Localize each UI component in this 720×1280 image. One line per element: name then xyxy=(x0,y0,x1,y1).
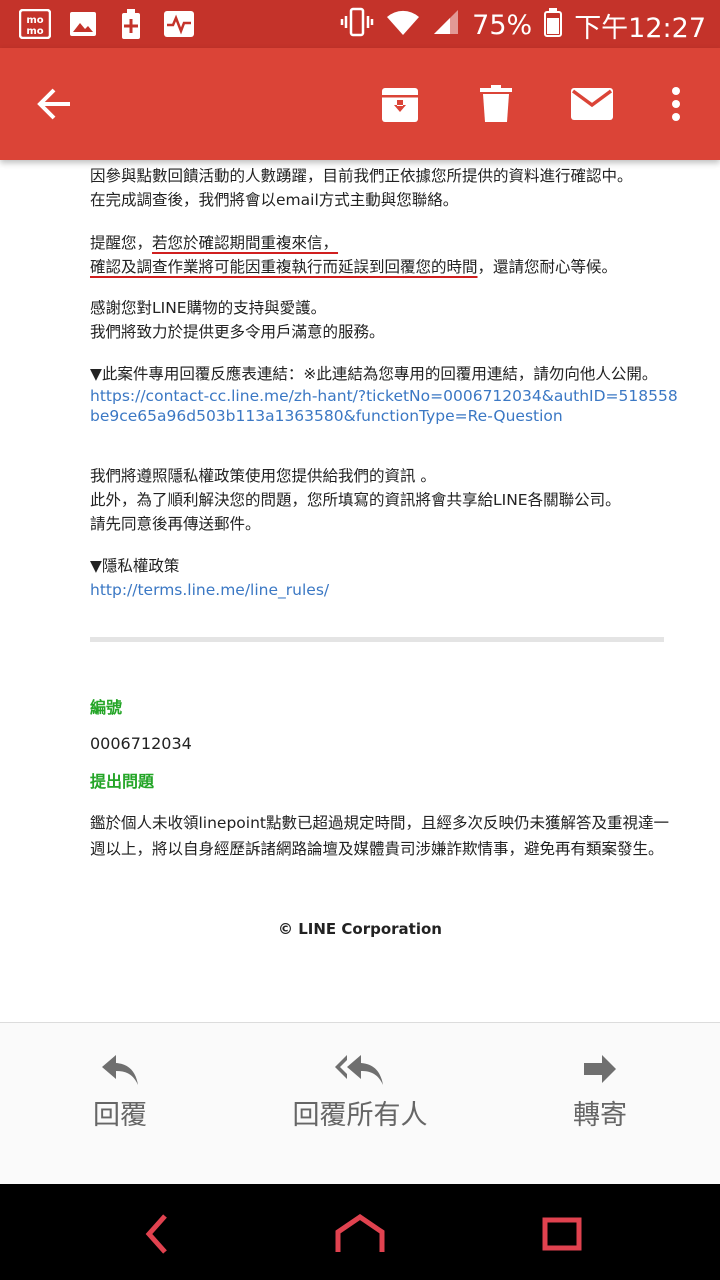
reply-all-label: 回覆所有人 xyxy=(292,1100,428,1131)
text-line: 因參與點數回饋活動的人數踴躍，目前我們正依據您所提供的資料進行確認中。 xyxy=(90,167,633,185)
privacy-policy-link[interactable]: http://terms.line.me/line_rules/ xyxy=(90,581,329,599)
mark-unread-button[interactable] xyxy=(564,76,620,132)
vibrate-icon xyxy=(340,7,374,44)
more-options-button[interactable] xyxy=(648,76,704,132)
delete-icon xyxy=(480,85,512,122)
reply-label: 回覆 xyxy=(93,1100,147,1131)
nav-recents-icon xyxy=(542,1217,582,1251)
delete-button[interactable] xyxy=(468,76,524,132)
paragraph-thanks: 感謝您對LINE購物的支持與愛護。 我們將致力於提供更多令用戶滿意的服務。 xyxy=(90,296,680,344)
mail-icon xyxy=(571,88,613,120)
nav-recents-button[interactable] xyxy=(534,1206,590,1262)
label-number: 編號 xyxy=(90,698,123,717)
back-arrow-icon xyxy=(37,88,70,120)
svg-text:mo: mo xyxy=(26,15,43,26)
battery-plus-icon xyxy=(114,8,148,40)
forward-button[interactable]: 轉寄 xyxy=(560,1053,640,1132)
label-question: 提出問題 xyxy=(90,772,155,791)
ticket-number: 0006712034 xyxy=(90,734,192,753)
paragraph-privacy-policy: ▼隱私權政策 http://terms.line.me/line_rules/ xyxy=(90,554,680,602)
action-bar: 回覆 回覆所有人 轉寄 xyxy=(0,1022,720,1185)
signal-icon xyxy=(432,8,460,43)
forward-icon xyxy=(584,1055,616,1083)
nav-home-button[interactable] xyxy=(332,1206,388,1262)
question-text: 鑑於個人未收領linepoint點數已超過規定時間，且經多次反映仍未獲解答及重視… xyxy=(90,814,670,858)
nav-home-icon xyxy=(335,1214,385,1252)
text-line: 我們將致力於提供更多令用戶滿意的服務。 xyxy=(90,323,385,341)
reply-all-button[interactable]: 回覆所有人 xyxy=(285,1053,435,1132)
wifi-icon xyxy=(386,8,420,43)
paragraph-reminder: 提醒您，若您於確認期間重複來信， 確認及調查作業將可能因重複執行而延誤到回覆您的… xyxy=(90,231,680,279)
battery-percent: 75% xyxy=(472,10,533,41)
battery-icon xyxy=(544,7,563,44)
paragraph-status: 因參與點數回饋活動的人數踴躍，目前我們正依據您所提供的資料進行確認中。 在完成調… xyxy=(90,164,680,212)
reply-icon xyxy=(102,1055,138,1085)
reply-all-icon xyxy=(335,1055,383,1085)
text-line: ▼此案件專用回覆反應表連結：※此連結為您專用的回覆用連結，請勿向他人公開。 xyxy=(90,365,658,383)
email-body[interactable]: 因參與點數回饋活動的人數踴躍，目前我們正依據您所提供的資料進行確認中。 在完成調… xyxy=(0,160,720,1022)
text-line: 感謝您對LINE購物的支持與愛護。 xyxy=(90,299,327,317)
text-line: 在完成調查後，我們將會以email方式主動與您聯絡。 xyxy=(90,191,459,209)
copyright-text: © LINE Corporation xyxy=(278,920,442,938)
reply-button[interactable]: 回覆 xyxy=(80,1053,160,1132)
back-button[interactable] xyxy=(26,76,82,132)
navigation-bar xyxy=(0,1184,720,1280)
divider xyxy=(90,637,664,642)
paragraph-privacy: 我們將遵照隱私權政策使用您提供給我們的資訊 。 此外，為了順利解決您的問題，您所… xyxy=(90,464,680,536)
reply-form-link[interactable]: https://contact-cc.line.me/zh-hant/?tick… xyxy=(90,387,678,425)
app-bar xyxy=(0,48,720,160)
status-bar: mo mo 75% 下午12:27 xyxy=(0,0,720,48)
text-line: 請先同意後再傳送郵件。 xyxy=(90,515,261,533)
gallery-icon xyxy=(66,8,100,40)
more-vert-icon xyxy=(672,87,680,121)
clock: 下午12:27 xyxy=(574,13,706,44)
text-line: 此外，為了順利解決您的問題，您所填寫的資訊將會共享給LINE各關聯公司。 xyxy=(90,491,621,509)
paragraph-reply-link: ▼此案件專用回覆反應表連結：※此連結為您專用的回覆用連結，請勿向他人公開。 ht… xyxy=(90,362,680,426)
text-line: 提醒您，若您於確認期間重複來信， xyxy=(90,234,339,252)
svg-text:mo: mo xyxy=(26,26,43,37)
pulse-icon xyxy=(162,8,196,40)
nav-back-button[interactable] xyxy=(128,1206,184,1262)
archive-icon xyxy=(382,88,418,122)
nav-back-icon xyxy=(145,1214,167,1254)
text-line: 我們將遵照隱私權政策使用您提供給我們的資訊 。 xyxy=(90,467,436,485)
archive-button[interactable] xyxy=(372,76,428,132)
text-line: 確認及調查作業將可能因重複執行而延誤到回覆您的時間，還請您耐心等候。 xyxy=(90,258,618,276)
underlined-text: 若您於確認期間重複來信， xyxy=(152,234,339,252)
underlined-text: 確認及調查作業將可能因重複執行而延誤到回覆您的時間 xyxy=(90,258,478,276)
text-line: ▼隱私權政策 xyxy=(90,557,180,575)
momo-icon: mo mo xyxy=(18,8,52,40)
forward-label: 轉寄 xyxy=(573,1100,627,1131)
